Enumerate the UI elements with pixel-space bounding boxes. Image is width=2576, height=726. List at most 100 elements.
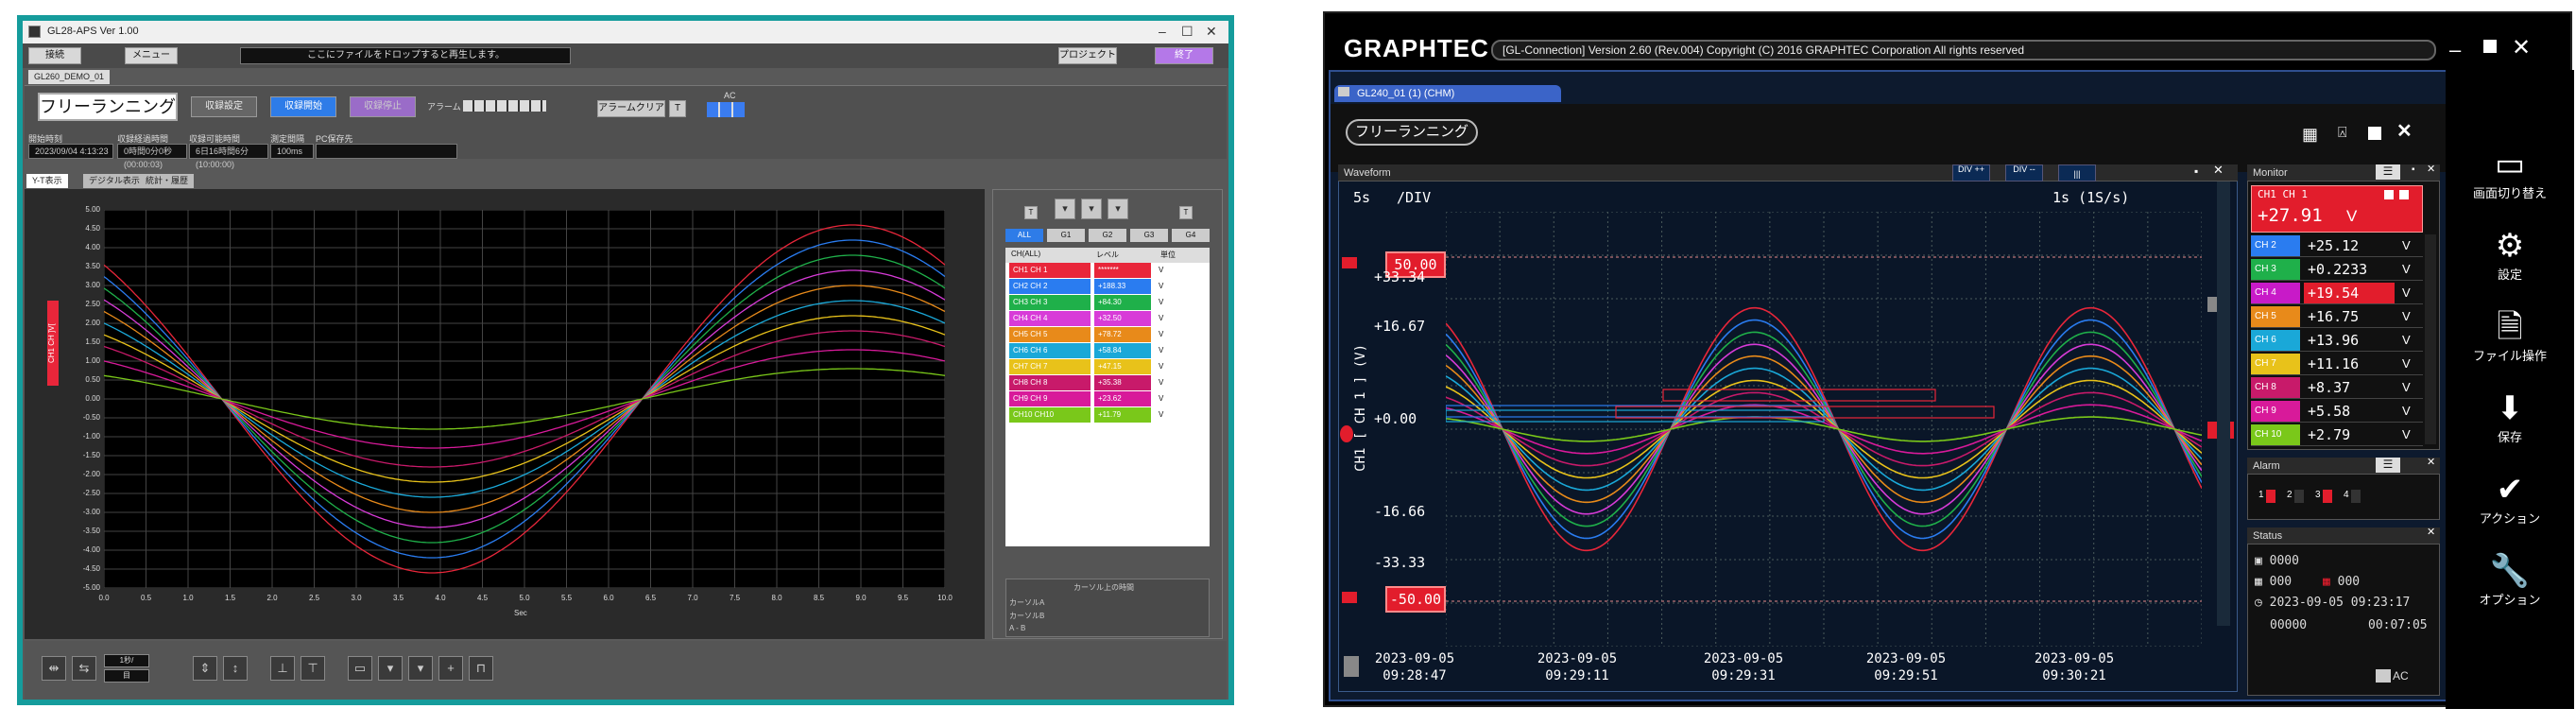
trim-icon[interactable]: ⊓ bbox=[469, 656, 493, 681]
restore-icon[interactable] bbox=[2368, 127, 2381, 140]
waveform-scrollbar[interactable] bbox=[2217, 182, 2230, 626]
waveform-min-icon[interactable]: ▪ bbox=[2194, 164, 2198, 178]
cursor-icon-2[interactable]: ▾ bbox=[1081, 199, 1102, 219]
layout-icon[interactable]: ▦ bbox=[2302, 125, 2318, 145]
project-button[interactable]: プロジェクト bbox=[1058, 47, 1117, 64]
side-menu-item[interactable]: ⬇ 保存 bbox=[2446, 389, 2574, 445]
left-chart-area[interactable] bbox=[103, 209, 946, 589]
export-icon[interactable] bbox=[1344, 656, 1359, 677]
side-menu-item[interactable]: 🔧 オプション bbox=[2446, 552, 2574, 608]
zoom-out-y-icon[interactable]: ↕ bbox=[223, 656, 248, 681]
group-tab[interactable]: G1 bbox=[1047, 229, 1085, 242]
monitor-row-value: +25.12 bbox=[2308, 237, 2360, 254]
side-menu-item[interactable]: ✔ アクション bbox=[2446, 471, 2574, 527]
monitor-row[interactable]: CH 10 +2.79 V bbox=[2251, 424, 2423, 446]
alarm-clear-button[interactable]: アラームクリア bbox=[597, 100, 665, 117]
channel-row[interactable]: CH2 CH 2 +188.33 V bbox=[1005, 279, 1210, 294]
free-running-button[interactable]: フリーランニング bbox=[1346, 119, 1478, 146]
lower-limit-marker[interactable] bbox=[1342, 592, 1357, 603]
free-running-button[interactable]: フリーランニング bbox=[38, 93, 178, 121]
screen-icon[interactable]: ▭ bbox=[348, 656, 372, 681]
channel-row[interactable]: CH8 CH 8 +35.38 V bbox=[1005, 375, 1210, 390]
channel-row[interactable]: CH10 CH10 +11.79 V bbox=[1005, 407, 1210, 423]
monitor-row[interactable]: CH 8 +8.37 V bbox=[2251, 376, 2423, 399]
x-tick-label: 4.5 bbox=[476, 594, 489, 602]
record-settings-button[interactable]: 収録設定 bbox=[191, 96, 257, 117]
crosshair-icon[interactable]: + bbox=[438, 656, 463, 681]
cursor-icon-3[interactable]: ▾ bbox=[1108, 199, 1128, 219]
monitor-row-ch: CH 8 bbox=[2251, 377, 2300, 398]
channel-row[interactable]: CH9 CH 9 +23.62 V bbox=[1005, 391, 1210, 406]
monitor-close-icon[interactable]: ✕ bbox=[2427, 163, 2435, 175]
scale-icon[interactable]: ⊤ bbox=[301, 656, 325, 681]
start-record-button[interactable]: 収録開始 bbox=[270, 96, 336, 117]
channel-row[interactable]: CH6 CH 6 +58.84 V bbox=[1005, 343, 1210, 358]
channel-row[interactable]: CH5 CH 5 +78.72 V bbox=[1005, 327, 1210, 342]
minimize-icon[interactable]: – bbox=[1159, 24, 1166, 39]
upper-limit-marker[interactable] bbox=[1342, 257, 1357, 268]
group-tab[interactable]: ALL bbox=[1005, 229, 1043, 242]
monitor-row[interactable]: CH 2 +25.12 V bbox=[2251, 234, 2423, 257]
side-menu-item[interactable]: ▭ 画面切り替え bbox=[2446, 146, 2574, 201]
zoom-in-x-icon[interactable]: ⇹ bbox=[42, 656, 66, 681]
cursor-icon-1[interactable]: ▾ bbox=[1055, 199, 1075, 219]
monitor-scrollbar[interactable] bbox=[2425, 234, 2436, 444]
maximize-icon[interactable]: ☐ bbox=[1181, 24, 1194, 40]
view-tab[interactable]: 統計・履歴 bbox=[140, 174, 195, 188]
zoom-out-x-icon[interactable]: ⇆ bbox=[72, 656, 96, 681]
monitor-ch1-pin-icon[interactable] bbox=[2384, 190, 2394, 199]
cursor-a-icon[interactable]: ▾ bbox=[378, 656, 403, 681]
panel-t-button-2[interactable]: T bbox=[1179, 206, 1193, 219]
t-button[interactable]: T bbox=[669, 100, 686, 117]
time-div-select[interactable]: 1秒/ bbox=[104, 654, 149, 667]
monitor-row[interactable]: CH 9 +5.58 V bbox=[2251, 400, 2423, 423]
grid-toggle-button[interactable]: ||| bbox=[2058, 164, 2096, 182]
panel-t-button-1[interactable]: T bbox=[1024, 206, 1038, 219]
waveform-close-icon[interactable]: ✕ bbox=[2213, 163, 2224, 178]
monitor-menu-icon[interactable]: ☰ bbox=[2376, 164, 2400, 180]
channel-row[interactable]: CH7 CH 7 +47.15 V bbox=[1005, 359, 1210, 374]
view-tab[interactable]: Y-T表示 bbox=[26, 174, 68, 188]
monitor-row[interactable]: CH 3 +0.2233 V bbox=[2251, 258, 2423, 281]
monitor-row[interactable]: CH 6 +13.96 V bbox=[2251, 329, 2423, 352]
minimize-icon[interactable]: – bbox=[2449, 38, 2461, 62]
close-icon[interactable]: ✕ bbox=[1206, 24, 1217, 40]
fit-icon[interactable]: ⊥ bbox=[270, 656, 295, 681]
monitor-ch1-card[interactable]: CH1 CH 1 +27.91 V bbox=[2251, 185, 2423, 233]
lower-limit-box[interactable]: -50.00 bbox=[1385, 586, 1446, 613]
alarm-bell-icon[interactable]: ⍓ bbox=[2338, 125, 2347, 142]
channel-row[interactable]: CH4 CH 4 +32.50 V bbox=[1005, 311, 1210, 326]
group-tab[interactable]: G4 bbox=[1172, 229, 1210, 242]
right-chart-area[interactable] bbox=[1445, 211, 2203, 648]
stop-record-button[interactable]: 収録停止 bbox=[350, 96, 416, 117]
side-menu-item[interactable]: ⚙ 設定 bbox=[2446, 227, 2574, 283]
alarm-menu-icon[interactable]: ☰ bbox=[2376, 458, 2400, 473]
time-unit-select[interactable]: 目 bbox=[104, 669, 149, 683]
monitor-ch1-alarm-icon[interactable] bbox=[2399, 190, 2409, 199]
device-tab[interactable]: GL240_01 (1) (CHM) bbox=[1334, 85, 1561, 102]
status-close-icon[interactable]: ✕ bbox=[2427, 526, 2435, 538]
div-increase-button[interactable]: DIV ++ bbox=[1952, 164, 1990, 182]
monitor-row[interactable]: CH 4 +19.54 V bbox=[2251, 282, 2423, 304]
view-tab[interactable]: デジタル表示 bbox=[83, 174, 146, 188]
menu-button[interactable]: メニュー bbox=[125, 47, 178, 64]
zero-marker[interactable] bbox=[1340, 425, 1353, 442]
cursor-b-icon[interactable]: ▾ bbox=[408, 656, 433, 681]
file-tab[interactable]: GL260_DEMO_01 bbox=[28, 70, 111, 84]
close-icon[interactable]: ✕ bbox=[2512, 34, 2531, 61]
channel-row[interactable]: CH3 CH 3 +84.30 V bbox=[1005, 295, 1210, 310]
group-tab[interactable]: G3 bbox=[1130, 229, 1168, 242]
group-tab[interactable]: G2 bbox=[1089, 229, 1126, 242]
tab-close-icon[interactable]: ✕ bbox=[2396, 119, 2413, 143]
exit-button[interactable]: 終了 bbox=[1155, 47, 1213, 64]
monitor-min-icon[interactable]: ▪ bbox=[2412, 164, 2415, 175]
monitor-row[interactable]: CH 7 +11.16 V bbox=[2251, 353, 2423, 375]
maximize-icon[interactable] bbox=[2483, 40, 2497, 53]
zoom-in-y-icon[interactable]: ⇕ bbox=[193, 656, 217, 681]
monitor-row[interactable]: CH 5 +16.75 V bbox=[2251, 305, 2423, 328]
side-menu-item[interactable]: 🗎 ファイル操作 bbox=[2446, 308, 2574, 364]
channel-row[interactable]: CH1 CH 1 ******* V bbox=[1005, 263, 1210, 278]
div-decrease-button[interactable]: DIV -- bbox=[2005, 164, 2043, 182]
connect-button[interactable]: 接続 bbox=[28, 47, 81, 64]
alarm-close-icon[interactable]: ✕ bbox=[2427, 456, 2435, 468]
